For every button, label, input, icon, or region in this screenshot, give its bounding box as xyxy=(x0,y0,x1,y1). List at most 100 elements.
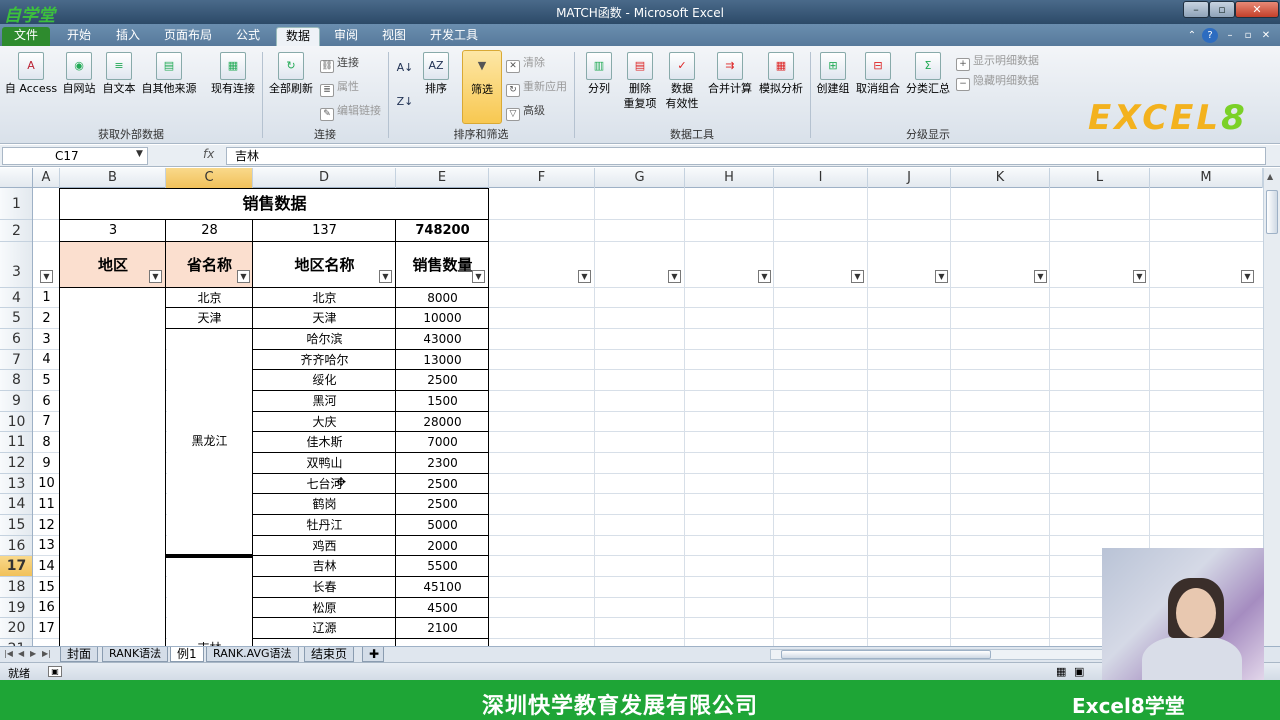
data-validation-button[interactable]: ✓ 数据 有效性 xyxy=(662,52,702,111)
sales-qty-cell[interactable]: 5000 xyxy=(396,515,489,536)
remove-duplicates-button[interactable]: ▤ 删除 重复项 xyxy=(620,52,660,111)
advanced-filter-button[interactable]: ▽ 高级 xyxy=(506,104,545,121)
city-name-cell[interactable]: 鹤岗 xyxy=(253,494,396,515)
row-index-cell[interactable]: 7 xyxy=(33,412,60,432)
sales-qty-cell[interactable]: 13000 xyxy=(396,350,489,370)
last-sheet-icon[interactable]: ▶| xyxy=(42,649,51,658)
tab-home[interactable]: 开始 xyxy=(56,27,102,46)
sheet-tab-rank-avg-syntax[interactable]: RANK.AVG语法 xyxy=(206,647,299,662)
sheet-tab-example1[interactable]: 例1 xyxy=(170,647,204,662)
filter-dropdown-icon[interactable]: ▼ xyxy=(379,270,392,283)
column-header-f[interactable]: F xyxy=(489,168,595,188)
reapply-button[interactable]: ↻ 重新应用 xyxy=(506,80,567,97)
from-web-button[interactable]: ◉ 自网站 xyxy=(60,52,98,96)
city-name-cell[interactable]: 天津 xyxy=(253,308,396,329)
sales-qty-cell[interactable]: 5500 xyxy=(396,556,489,577)
province-cell[interactable]: 黑龙江 xyxy=(166,431,253,451)
tab-developer[interactable]: 开发工具 xyxy=(422,27,486,46)
hide-detail-button[interactable]: − 隐藏明细数据 xyxy=(956,74,1039,91)
scroll-up-icon[interactable]: ▲ xyxy=(1267,172,1273,181)
name-box-dropdown-icon[interactable]: ▼ xyxy=(136,149,143,159)
city-name-cell[interactable]: 七台河 xyxy=(253,474,396,494)
text-to-columns-button[interactable]: ▥ 分列 xyxy=(580,52,618,96)
row-header-17[interactable]: 17 xyxy=(0,556,32,577)
minimize-doc-icon[interactable]: – xyxy=(1222,28,1238,43)
city-name-cell[interactable]: 大庆 xyxy=(253,412,396,432)
column-header-j[interactable]: J xyxy=(868,168,951,188)
what-if-analysis-button[interactable]: ▦ 模拟分析 xyxy=(756,52,806,96)
sales-qty-cell[interactable]: 28000 xyxy=(396,412,489,432)
row-header-8[interactable]: 8 xyxy=(0,370,32,391)
edit-links-button[interactable]: ✎ 编辑链接 xyxy=(320,104,381,121)
row-index-cell[interactable]: 8 xyxy=(33,432,60,453)
connections-button[interactable]: ⛓ 连接 xyxy=(320,56,359,73)
first-sheet-icon[interactable]: |◀ xyxy=(4,649,13,658)
row-header-3[interactable]: 3 xyxy=(0,242,32,288)
province-cell[interactable]: 天津 xyxy=(166,308,253,329)
filter-dropdown-icon[interactable]: ▼ xyxy=(1034,270,1047,283)
merged-region-cell[interactable] xyxy=(60,288,166,646)
filter-dropdown-icon[interactable]: ▼ xyxy=(1241,270,1254,283)
filter-dropdown-icon[interactable]: ▼ xyxy=(578,270,591,283)
column-header-k[interactable]: K xyxy=(951,168,1050,188)
column-header-e[interactable]: E xyxy=(396,168,489,188)
row-header-7[interactable]: 7 xyxy=(0,350,32,370)
sales-qty-cell[interactable]: 7000 xyxy=(396,432,489,453)
row-header-11[interactable]: 11 xyxy=(0,432,32,453)
tab-file[interactable]: 文件 xyxy=(2,27,50,46)
row-index-cell[interactable]: 3 xyxy=(33,329,60,350)
restore-button[interactable]: ▫ xyxy=(1209,1,1235,18)
column-header-g[interactable]: G xyxy=(595,168,685,188)
filter-dropdown-icon[interactable]: ▼ xyxy=(758,270,771,283)
sales-qty-cell[interactable]: 2300 xyxy=(396,453,489,474)
consolidate-button[interactable]: ⇉ 合并计算 xyxy=(704,52,756,96)
filter-dropdown-icon[interactable]: ▼ xyxy=(237,270,250,283)
vertical-scroll-thumb[interactable] xyxy=(1266,190,1278,234)
filter-dropdown-icon[interactable]: ▼ xyxy=(935,270,948,283)
filter-dropdown-icon[interactable]: ▼ xyxy=(40,270,53,283)
help-icon[interactable]: ? xyxy=(1202,28,1218,43)
column-header-d[interactable]: D xyxy=(253,168,396,188)
column-header-m[interactable]: M xyxy=(1150,168,1263,188)
tab-review[interactable]: 审阅 xyxy=(326,27,366,46)
clear-filter-button[interactable]: ✕ 清除 xyxy=(506,56,545,73)
sales-qty-cell[interactable]: 1500 xyxy=(396,391,489,412)
row-index-cell[interactable]: 16 xyxy=(33,598,60,618)
row-header-2[interactable]: 2 xyxy=(0,220,32,242)
existing-connections-button[interactable]: ▦ 现有连接 xyxy=(208,52,258,96)
city-name-cell[interactable]: 哈尔滨 xyxy=(253,329,396,350)
tab-formulas[interactable]: 公式 xyxy=(228,27,268,46)
row-header-15[interactable]: 15 xyxy=(0,515,32,536)
filter-dropdown-icon[interactable]: ▼ xyxy=(149,270,162,283)
row-index-cell[interactable]: 14 xyxy=(33,556,60,577)
close-button[interactable]: ✕ xyxy=(1235,1,1279,18)
sales-qty-cell[interactable]: 43000 xyxy=(396,329,489,350)
formula-input[interactable]: 吉林 xyxy=(226,147,1266,165)
filter-dropdown-icon[interactable]: ▼ xyxy=(851,270,864,283)
from-text-button[interactable]: ≡ 自文本 xyxy=(100,52,138,96)
row-header-20[interactable]: 20 xyxy=(0,618,32,639)
insert-sheet-icon[interactable]: ✚ xyxy=(362,647,384,662)
city-name-cell[interactable]: 北京 xyxy=(253,288,396,308)
row-index-cell[interactable]: 9 xyxy=(33,453,60,474)
row-header-9[interactable]: 9 xyxy=(0,391,32,412)
filter-dropdown-icon[interactable]: ▼ xyxy=(1133,270,1146,283)
show-detail-button[interactable]: + 显示明细数据 xyxy=(956,54,1039,71)
sales-qty-cell[interactable]: 4500 xyxy=(396,598,489,618)
row-index-cell[interactable]: 6 xyxy=(33,391,60,412)
merged-province-jilin[interactable] xyxy=(167,556,253,646)
row-header-16[interactable]: 16 xyxy=(0,536,32,556)
sort-desc-button[interactable]: Z↓ xyxy=(394,94,416,109)
row-index-cell[interactable]: 11 xyxy=(33,494,60,515)
sheet-tab-end[interactable]: 结束页 xyxy=(304,647,355,662)
sales-qty-cell[interactable]: 2000 xyxy=(396,536,489,556)
row-header-5[interactable]: 5 xyxy=(0,308,32,329)
column-header-b[interactable]: B xyxy=(60,168,166,188)
group-button[interactable]: ⊞ 创建组 xyxy=(814,52,852,96)
stat-cell[interactable]: 748200 xyxy=(396,220,489,242)
row-index-cell[interactable]: 1 xyxy=(33,288,60,308)
normal-view-icon[interactable]: ▦ xyxy=(1056,665,1066,678)
city-name-cell[interactable]: 松原 xyxy=(253,598,396,618)
select-all-button[interactable] xyxy=(0,168,33,188)
row-header-19[interactable]: 19 xyxy=(0,598,32,618)
